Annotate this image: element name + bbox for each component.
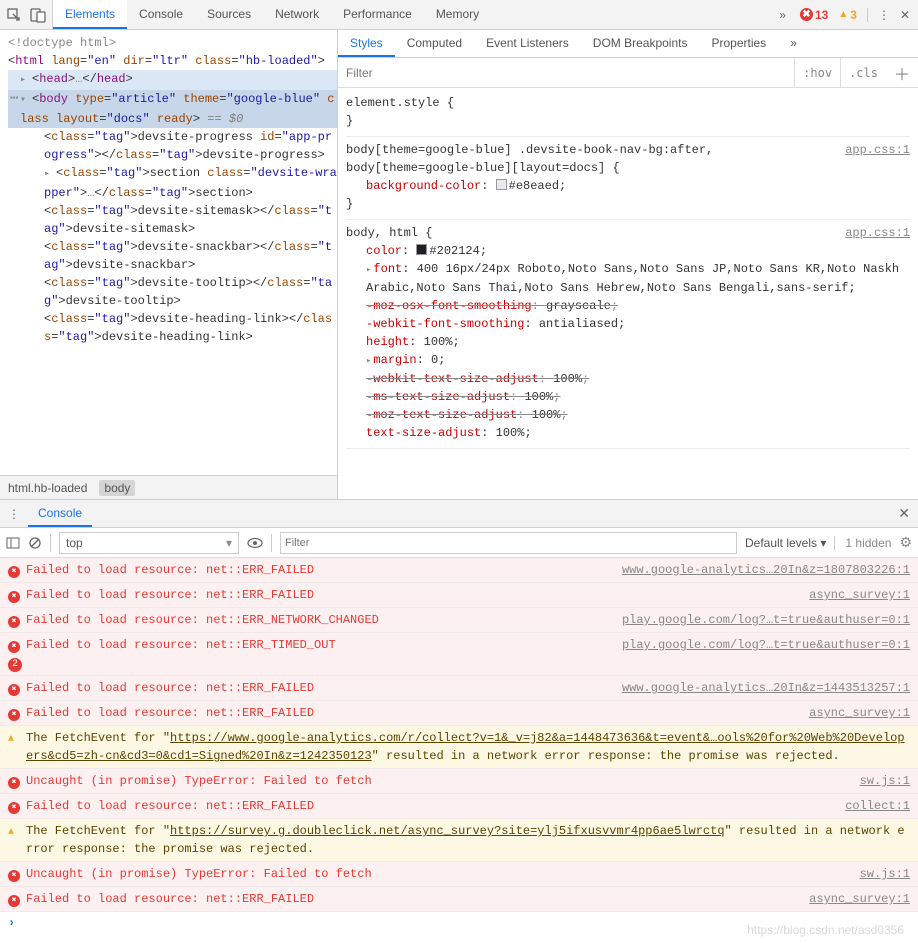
- error-icon: [8, 679, 26, 697]
- warning-icon: [8, 729, 26, 765]
- console-message[interactable]: The FetchEvent for "https://survey.g.dou…: [0, 819, 918, 862]
- drawer-menu-icon[interactable]: ⋮: [8, 507, 20, 521]
- message-source-link[interactable]: async_survey:1: [809, 890, 910, 908]
- error-count-badge[interactable]: 13: [800, 8, 828, 22]
- message-source-link[interactable]: www.google-analytics…20In&z=1807803226:1: [622, 561, 910, 579]
- dom-node[interactable]: <class="tag">devsite-tooltip></class="ta…: [8, 274, 337, 310]
- dom-selected-marker-icon: ⋯: [10, 90, 18, 108]
- message-source-link[interactable]: async_survey:1: [809, 586, 910, 604]
- crumb-body[interactable]: body: [99, 480, 135, 496]
- live-expression-icon[interactable]: [247, 537, 263, 549]
- warning-icon: [8, 822, 26, 858]
- dom-tree[interactable]: <!doctype html> <html lang="en" dir="ltr…: [0, 30, 337, 475]
- dom-node[interactable]: <class="tag">devsite-progress id="app-pr…: [8, 128, 337, 164]
- device-toggle-icon[interactable]: [30, 7, 46, 23]
- context-select[interactable]: top▾: [59, 532, 239, 554]
- new-style-rule-icon[interactable]: ＋: [886, 61, 918, 85]
- console-message[interactable]: Failed to load resource: net::ERR_FAILED…: [0, 887, 918, 912]
- console-message[interactable]: Failed to load resource: net::ERR_FAILED…: [0, 701, 918, 726]
- tab-console[interactable]: Console: [127, 0, 195, 29]
- console-drawer-header: ⋮ Console ✕: [0, 500, 918, 528]
- console-settings-icon[interactable]: ⚙: [899, 534, 912, 551]
- message-source-link[interactable]: collect:1: [845, 797, 910, 815]
- error-icon: [8, 704, 26, 722]
- console-sidebar-toggle-icon[interactable]: [6, 536, 20, 550]
- drawer-tab-console[interactable]: Console: [28, 500, 92, 527]
- message-source-link[interactable]: sw.js:1: [860, 865, 910, 883]
- subtab-event-listeners[interactable]: Event Listeners: [474, 30, 581, 57]
- tab-sources[interactable]: Sources: [195, 0, 263, 29]
- subtab-dom-breakpoints[interactable]: DOM Breakpoints: [581, 30, 700, 57]
- error-icon: [8, 561, 26, 579]
- error-icon: [8, 586, 26, 604]
- dom-html-open[interactable]: <html lang="en" dir="ltr" class="hb-load…: [8, 52, 337, 70]
- close-drawer-icon[interactable]: ✕: [898, 505, 910, 522]
- console-message[interactable]: Failed to load resource: net::ERR_NETWOR…: [0, 608, 918, 633]
- console-message[interactable]: Failed to load resource: net::ERR_FAILED…: [0, 583, 918, 608]
- console-message[interactable]: Failed to load resource: net::ERR_FAILED…: [0, 794, 918, 819]
- error-icon: [8, 797, 26, 815]
- error-icon: [8, 772, 26, 790]
- console-messages: Failed to load resource: net::ERR_FAILED…: [0, 558, 918, 943]
- console-filter-input[interactable]: [280, 532, 737, 554]
- inspect-icon[interactable]: [6, 7, 22, 23]
- warning-count-badge[interactable]: 3: [838, 8, 857, 22]
- subtab-properties[interactable]: Properties: [699, 30, 778, 57]
- styles-rules[interactable]: element.style {}app.css:1body[theme=goog…: [338, 88, 918, 499]
- dom-node[interactable]: <class="tag">devsite-snackbar></class="t…: [8, 238, 337, 274]
- subtab-styles[interactable]: Styles: [338, 30, 395, 57]
- dom-body-open[interactable]: <body type="article" theme="google-blue"…: [8, 90, 337, 128]
- console-toolbar: top▾ Default levels ▾ 1 hidden ⚙: [0, 528, 918, 558]
- message-source-link[interactable]: sw.js:1: [860, 772, 910, 790]
- dom-node[interactable]: <class="tag">devsite-sitemask></class="t…: [8, 202, 337, 238]
- message-source-link[interactable]: play.google.com/log?…t=true&authuser=0:1: [622, 611, 910, 629]
- error-icon: [8, 865, 26, 883]
- more-tabs-icon[interactable]: »: [773, 8, 792, 22]
- rule-source-link[interactable]: app.css:1: [845, 224, 910, 242]
- console-message[interactable]: 2Failed to load resource: net::ERR_TIMED…: [0, 633, 918, 676]
- dom-breadcrumbs: html.hb-loaded body: [0, 475, 337, 499]
- error-icon: [8, 890, 26, 908]
- styles-panel: StylesComputedEvent ListenersDOM Breakpo…: [338, 30, 918, 499]
- dom-head[interactable]: <head>…</head>: [8, 70, 337, 90]
- rule-source-link[interactable]: app.css:1: [845, 141, 910, 159]
- log-levels-select[interactable]: Default levels ▾: [745, 536, 826, 550]
- cls-toggle[interactable]: .cls: [840, 58, 886, 87]
- subtab-computed[interactable]: Computed: [395, 30, 474, 57]
- console-message[interactable]: The FetchEvent for "https://www.google-a…: [0, 726, 918, 769]
- dom-doctype[interactable]: <!doctype html>: [8, 34, 337, 52]
- message-source-link[interactable]: async_survey:1: [809, 704, 910, 722]
- error-icon: [8, 611, 26, 629]
- tab-performance[interactable]: Performance: [331, 0, 424, 29]
- dom-node[interactable]: <class="tag">section class="devsite-wrap…: [8, 164, 337, 202]
- subtab-more-icon[interactable]: »: [778, 30, 809, 57]
- close-devtools-icon[interactable]: ✕: [900, 8, 910, 22]
- styles-filter-input[interactable]: [338, 58, 794, 87]
- dom-node[interactable]: <class="tag">devsite-heading-link></clas…: [8, 310, 337, 346]
- watermark-text: https://blog.csdn.net/asd0356: [747, 923, 904, 937]
- dom-tree-panel: <!doctype html> <html lang="en" dir="ltr…: [0, 30, 338, 499]
- tab-network[interactable]: Network: [263, 0, 331, 29]
- console-message[interactable]: Uncaught (in promise) TypeError: Failed …: [0, 769, 918, 794]
- kebab-menu-icon[interactable]: ⋮: [867, 8, 890, 22]
- message-source-link[interactable]: www.google-analytics…20In&z=1443513257:1: [622, 679, 910, 697]
- console-message[interactable]: Failed to load resource: net::ERR_FAILED…: [0, 558, 918, 583]
- tab-elements[interactable]: Elements: [53, 0, 127, 29]
- console-message[interactable]: Failed to load resource: net::ERR_FAILED…: [0, 676, 918, 701]
- clear-console-icon[interactable]: [28, 536, 42, 550]
- main-toolbar: ElementsConsoleSourcesNetworkPerformance…: [0, 0, 918, 30]
- hidden-messages-count[interactable]: 1 hidden: [834, 536, 891, 550]
- tab-memory[interactable]: Memory: [424, 0, 491, 29]
- message-source-link[interactable]: play.google.com/log?…t=true&authuser=0:1: [622, 636, 910, 672]
- hov-toggle[interactable]: :hov: [794, 58, 840, 87]
- console-message[interactable]: Uncaught (in promise) TypeError: Failed …: [0, 862, 918, 887]
- crumb-html[interactable]: html.hb-loaded: [8, 481, 87, 495]
- error-icon: 2: [8, 636, 26, 672]
